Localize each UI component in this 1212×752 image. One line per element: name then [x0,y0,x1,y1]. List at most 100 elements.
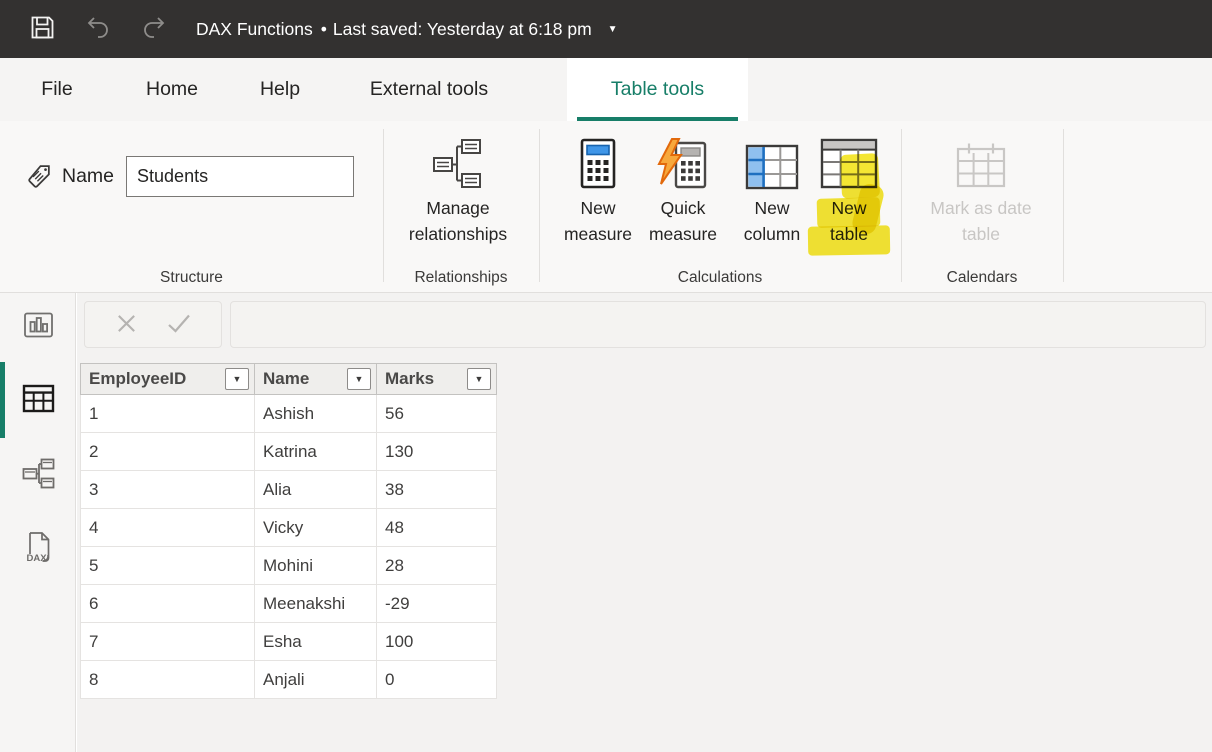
tab-help[interactable]: Help [232,58,328,121]
table-cell[interactable]: 48 [377,509,497,547]
sidebar-item-dax-query-view[interactable]: DAX [0,519,76,579]
tab-external-tools[interactable]: External tools [334,58,524,121]
tag-icon [26,163,53,190]
table-row[interactable]: 2Katrina130 [80,433,497,471]
table-cell[interactable]: 100 [377,623,497,661]
group-label-relationships: Relationships [383,269,539,287]
column-filter-dropdown[interactable]: ▼ [347,368,371,390]
checkmark-icon [166,312,192,338]
group-label-structure: Structure [0,269,383,287]
table-cell[interactable]: 2 [80,433,255,471]
structure-group: Name [26,154,354,199]
table-cell[interactable]: Ashish [255,395,377,433]
table-cell[interactable]: 1 [80,395,255,433]
data-view-canvas: EmployeeID ▼ Name ▼ Marks ▼ 1Ashish562Ka… [77,293,1212,752]
table-cell[interactable]: Alia [255,471,377,509]
tab-table-tools[interactable]: Table tools [567,58,748,121]
column-header-employeeid[interactable]: EmployeeID ▼ [80,363,255,395]
redo-icon [141,16,167,43]
chevron-down-icon: ▼ [233,374,242,384]
table-body: 1Ashish562Katrina1303Alia384Vicky485Mohi… [80,395,497,699]
group-label-calculations: Calculations [539,269,901,287]
table-cell[interactable]: Anjali [255,661,377,699]
button-label: New column [729,195,815,247]
table-cell[interactable]: Katrina [255,433,377,471]
table-cell[interactable]: 8 [80,661,255,699]
table-row[interactable]: 1Ashish56 [80,395,497,433]
table-cell[interactable]: 130 [377,433,497,471]
table-cell[interactable]: 4 [80,509,255,547]
table-row[interactable]: 8Anjali0 [80,661,497,699]
undo-button[interactable] [78,9,118,49]
cancel-formula-button[interactable] [115,312,138,338]
manage-relationships-button[interactable]: Manage relationships [380,134,536,247]
column-header-label: Name [263,369,309,389]
report-view-icon [23,311,54,343]
column-header-label: Marks [385,369,434,389]
table-cell[interactable]: 28 [377,547,497,585]
table-cell[interactable]: 7 [80,623,255,661]
group-label-calendars: Calendars [901,269,1063,287]
table-cell[interactable]: 38 [377,471,497,509]
title-separator: • [321,19,327,40]
calendar-icon [954,134,1008,190]
table-cell[interactable]: Meenakshi [255,585,377,623]
redo-button[interactable] [134,9,174,49]
mark-as-date-table-button-disabled: Mark as date table [916,134,1046,247]
document-title: DAX Functions [196,19,313,40]
ribbon: Name Structure Manage relationships Rela… [0,121,1212,293]
column-header-marks[interactable]: Marks ▼ [377,363,497,395]
new-table-button[interactable]: New table [815,134,883,247]
button-label: Quick measure [639,195,727,247]
new-column-button[interactable]: New column [729,134,815,247]
table-cell[interactable]: 6 [80,585,255,623]
table-row[interactable]: 6Meenakshi-29 [80,585,497,623]
column-filter-dropdown[interactable]: ▼ [225,368,249,390]
tab-home[interactable]: Home [124,58,220,121]
sidebar-item-report-view[interactable] [0,297,76,357]
table-cell[interactable]: -29 [377,585,497,623]
sidebar-item-model-view[interactable] [0,445,76,505]
document-title-menu[interactable]: DAX Functions • Last saved: Yesterday at… [196,19,618,40]
table-cell[interactable]: Vicky [255,509,377,547]
table-row[interactable]: 7Esha100 [80,623,497,661]
table-cell[interactable]: Esha [255,623,377,661]
new-measure-button[interactable]: New measure [557,134,639,247]
table-cell[interactable]: Mohini [255,547,377,585]
new-measure-icon [578,134,618,190]
name-field-label: Name [62,165,114,188]
save-icon [29,14,56,44]
quick-measure-icon [656,134,710,190]
table-cell[interactable]: 0 [377,661,497,699]
table-name-input[interactable] [126,156,354,197]
chevron-down-icon: ▼ [608,24,618,35]
table-row[interactable]: 3Alia38 [80,471,497,509]
chevron-down-icon: ▼ [355,374,364,384]
formula-bar-actions [84,301,222,348]
dax-query-icon: DAX [23,531,54,567]
new-column-icon [745,134,799,190]
tab-file[interactable]: File [14,58,100,121]
group-divider [539,129,540,282]
table-view-icon [22,383,55,417]
column-filter-dropdown[interactable]: ▼ [467,368,491,390]
formula-bar-input[interactable] [230,301,1206,348]
table-cell[interactable]: 56 [377,395,497,433]
button-label: Manage relationships [380,195,536,247]
table-cell[interactable]: 5 [80,547,255,585]
column-header-name[interactable]: Name ▼ [255,363,377,395]
tab-label: Table tools [611,78,704,101]
manage-relationships-icon [432,134,484,190]
chevron-down-icon: ▼ [475,374,484,384]
commit-formula-button[interactable] [166,312,192,338]
table-cell[interactable]: 3 [80,471,255,509]
table-row[interactable]: 4Vicky48 [80,509,497,547]
table-row[interactable]: 5Mohini28 [80,547,497,585]
sidebar-item-table-view[interactable] [0,370,76,430]
yellow-highlight-annotation [817,197,881,228]
group-divider [901,129,902,282]
undo-icon [85,16,111,43]
cancel-icon [115,312,138,338]
save-button[interactable] [22,9,62,49]
quick-measure-button[interactable]: Quick measure [639,134,727,247]
